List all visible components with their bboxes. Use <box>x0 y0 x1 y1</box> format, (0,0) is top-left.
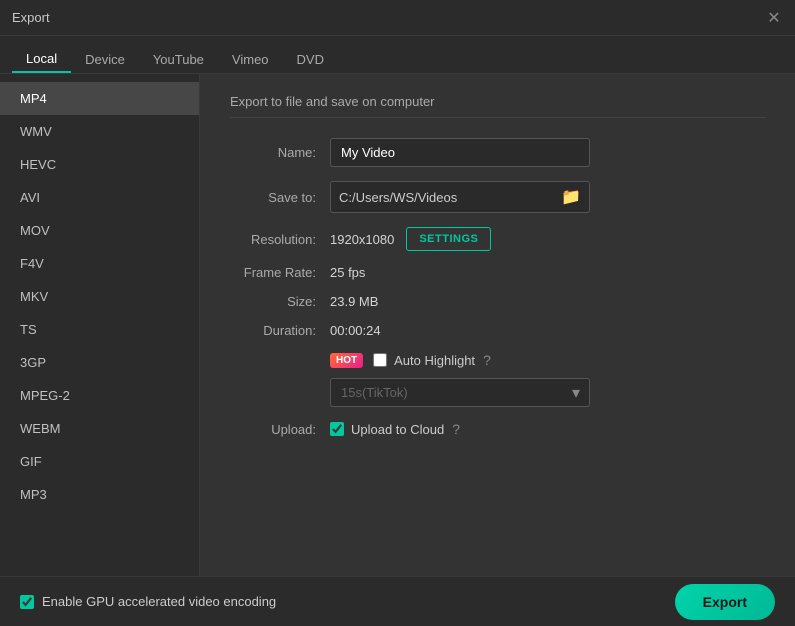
sidebar-item-wmv[interactable]: WMV <box>0 115 199 148</box>
size-label: Size: <box>230 294 330 309</box>
tab-local[interactable]: Local <box>12 45 71 73</box>
duration-label: Duration: <box>230 323 330 338</box>
highlight-duration-dropdown[interactable]: 15s(TikTok) <box>330 378 590 407</box>
auto-highlight-text: Auto Highlight <box>394 353 475 368</box>
sidebar-item-3gp[interactable]: 3GP <box>0 346 199 379</box>
duration-row: Duration: 00:00:24 <box>230 323 765 338</box>
sidebar-item-mp4[interactable]: MP4 <box>0 82 199 115</box>
auto-highlight-label[interactable]: Auto Highlight <box>373 353 475 368</box>
title-bar: Export ✕ <box>0 0 795 36</box>
auto-highlight-help-icon[interactable]: ? <box>483 352 491 368</box>
upload-to-cloud-label[interactable]: Upload to Cloud <box>330 422 444 437</box>
name-input[interactable] <box>330 138 590 167</box>
sidebar-item-mp3[interactable]: MP3 <box>0 478 199 511</box>
save-to-label: Save to: <box>230 190 330 205</box>
tab-bar: Local Device YouTube Vimeo DVD <box>0 36 795 74</box>
gpu-encoding-text: Enable GPU accelerated video encoding <box>42 594 276 609</box>
window-title: Export <box>12 10 50 25</box>
auto-highlight-checkbox[interactable] <box>373 353 387 367</box>
gpu-encoding-checkbox[interactable] <box>20 595 34 609</box>
sidebar-item-webm[interactable]: WEBM <box>0 412 199 445</box>
tab-dvd[interactable]: DVD <box>283 46 338 73</box>
gpu-encoding-label[interactable]: Enable GPU accelerated video encoding <box>20 594 276 609</box>
sidebar-item-mpeg2[interactable]: MPEG-2 <box>0 379 199 412</box>
sidebar-item-f4v[interactable]: F4V <box>0 247 199 280</box>
format-sidebar: MP4 WMV HEVC AVI MOV F4V MKV TS 3GP MPEG… <box>0 74 200 576</box>
sidebar-item-avi[interactable]: AVI <box>0 181 199 214</box>
size-value: 23.9 MB <box>330 294 378 309</box>
export-settings-panel: Export to file and save on computer Name… <box>200 74 795 576</box>
sidebar-item-mov[interactable]: MOV <box>0 214 199 247</box>
tab-youtube[interactable]: YouTube <box>139 46 218 73</box>
upload-to-cloud-checkbox[interactable] <box>330 422 344 436</box>
frame-rate-label: Frame Rate: <box>230 265 330 280</box>
name-label: Name: <box>230 145 330 160</box>
highlight-duration-dropdown-wrap: 15s(TikTok) <box>230 378 765 407</box>
frame-rate-row: Frame Rate: 25 fps <box>230 265 765 280</box>
upload-help-icon[interactable]: ? <box>452 421 460 437</box>
main-layout: MP4 WMV HEVC AVI MOV F4V MKV TS 3GP MPEG… <box>0 74 795 576</box>
save-path-text: C:/Users/WS/Videos <box>339 190 555 205</box>
tab-vimeo[interactable]: Vimeo <box>218 46 283 73</box>
settings-button[interactable]: SETTINGS <box>406 227 491 251</box>
bottom-bar: Enable GPU accelerated video encoding Ex… <box>0 576 795 626</box>
frame-rate-value: 25 fps <box>330 265 365 280</box>
folder-browse-icon[interactable]: 📁 <box>561 187 581 207</box>
resolution-row: Resolution: 1920x1080 SETTINGS <box>230 227 765 251</box>
upload-row: Upload: Upload to Cloud ? <box>230 421 765 437</box>
sidebar-item-mkv[interactable]: MKV <box>0 280 199 313</box>
duration-value: 00:00:24 <box>330 323 381 338</box>
upload-to-cloud-text: Upload to Cloud <box>351 422 444 437</box>
sidebar-item-ts[interactable]: TS <box>0 313 199 346</box>
dropdown-container: 15s(TikTok) <box>330 378 590 407</box>
resolution-label: Resolution: <box>230 232 330 247</box>
resolution-value: 1920x1080 <box>330 232 394 247</box>
export-description: Export to file and save on computer <box>230 94 765 118</box>
auto-highlight-row: HOT Auto Highlight ? <box>230 352 765 368</box>
close-button[interactable]: ✕ <box>765 9 783 27</box>
hot-badge: HOT <box>330 353 363 368</box>
size-row: Size: 23.9 MB <box>230 294 765 309</box>
save-to-wrap: C:/Users/WS/Videos 📁 <box>330 181 590 213</box>
name-row: Name: <box>230 138 765 167</box>
upload-label: Upload: <box>230 422 330 437</box>
export-button[interactable]: Export <box>675 584 775 620</box>
save-to-row: Save to: C:/Users/WS/Videos 📁 <box>230 181 765 213</box>
sidebar-item-gif[interactable]: GIF <box>0 445 199 478</box>
tab-device[interactable]: Device <box>71 46 139 73</box>
sidebar-item-hevc[interactable]: HEVC <box>0 148 199 181</box>
